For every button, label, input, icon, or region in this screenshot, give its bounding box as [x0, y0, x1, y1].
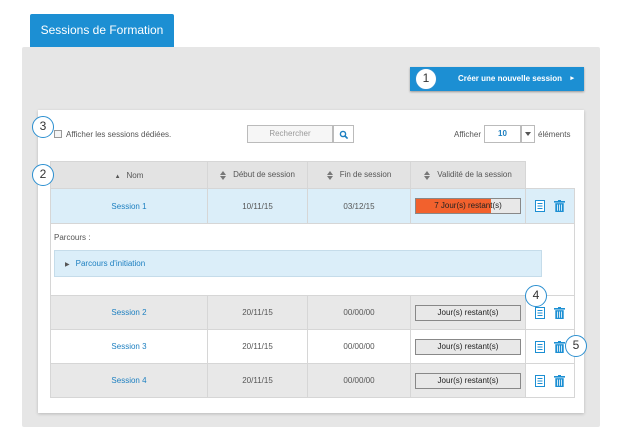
session-detail: Parcours : ▶ Parcours d'initiation: [50, 223, 575, 296]
document-icon[interactable]: [535, 200, 546, 212]
dedicated-sessions-label: Afficher les sessions dédiées.: [66, 130, 172, 139]
session-start-date: 20/11/15: [207, 363, 308, 398]
validity-progress-label: Jour(s) restant(s): [437, 341, 499, 351]
tab-sessions-de-formation[interactable]: Sessions de Formation: [30, 14, 174, 47]
session-start-date: 10/11/15: [207, 188, 308, 224]
session-validity-cell: Jour(s) restant(s): [410, 295, 526, 330]
column-header-validity[interactable]: Validité de la session: [410, 161, 526, 189]
validity-progress-bar: Jour(s) restant(s): [415, 304, 521, 321]
session-name-link[interactable]: Session 1: [50, 188, 208, 224]
sort-icon: [424, 170, 431, 180]
page-size-label: Afficher: [454, 130, 481, 139]
callout-marker: 5: [565, 335, 587, 357]
column-header-start[interactable]: Début de session: [207, 161, 308, 189]
elements-label: éléments: [538, 130, 571, 139]
column-header-end[interactable]: Fin de session: [307, 161, 411, 189]
validity-progress-bar: 7 Jour(s) restant(s): [415, 198, 521, 214]
validity-progress-label: Jour(s) restant(s): [437, 307, 499, 317]
document-icon[interactable]: [535, 374, 546, 387]
column-header-name[interactable]: ▲ Nom: [50, 161, 208, 189]
callout-marker: 1: [415, 68, 437, 90]
session-validity-cell: 7 Jour(s) restant(s): [410, 188, 526, 224]
document-icon[interactable]: [535, 340, 546, 353]
search-icon: [339, 130, 349, 140]
session-name-link[interactable]: Session 2: [50, 295, 208, 330]
callout-marker: 2: [32, 164, 54, 186]
table-row[interactable]: Session 4 20/11/15 00/00/00 Jour(s) rest…: [50, 363, 575, 398]
trash-icon[interactable]: [553, 200, 565, 212]
parcours-item-label: Parcours d'initiation: [75, 259, 146, 268]
session-name-link[interactable]: Session 3: [50, 329, 208, 364]
callout-marker: 4: [525, 285, 547, 307]
table-row[interactable]: Session 1 10/11/15 03/12/15 7 Jour(s) re…: [50, 188, 575, 224]
row-actions: [525, 363, 575, 398]
session-start-date: 20/11/15: [207, 329, 308, 364]
column-header-start-label: Début de session: [233, 170, 295, 180]
session-start-date: 20/11/15: [207, 295, 308, 330]
session-validity-cell: Jour(s) restant(s): [410, 329, 526, 364]
session-end-date: 00/00/00: [307, 295, 411, 330]
dedicated-sessions-checkbox[interactable]: [54, 130, 62, 138]
session-validity-cell: Jour(s) restant(s): [410, 363, 526, 398]
sort-up-icon: ▲: [114, 173, 121, 180]
chevron-down-icon[interactable]: [521, 125, 535, 143]
trash-icon[interactable]: [553, 306, 565, 319]
sort-icon: [220, 170, 227, 180]
validity-progress-bar: Jour(s) restant(s): [415, 338, 521, 355]
row-actions: [525, 188, 575, 224]
column-header-end-label: Fin de session: [339, 170, 392, 180]
callout-marker: 3: [32, 116, 54, 138]
search-button[interactable]: [333, 125, 354, 143]
column-header-actions: [525, 161, 575, 189]
table-header-row: ▲ Nom Début de session Fin de session Val…: [50, 161, 575, 189]
create-session-label: Créer une nouvelle session: [458, 74, 563, 83]
validity-progress-bar: Jour(s) restant(s): [415, 372, 521, 389]
trash-icon[interactable]: [553, 374, 565, 387]
column-header-name-label: Nom: [126, 170, 144, 180]
document-icon[interactable]: [535, 306, 546, 319]
parcours-item[interactable]: ▶ Parcours d'initiation: [54, 250, 542, 277]
sessions-table: ▲ Nom Début de session Fin de session Val…: [50, 161, 575, 398]
validity-progress-label: Jour(s) restant(s): [437, 375, 499, 385]
sort-icon: [326, 170, 334, 180]
expand-arrow-icon: ▶: [65, 262, 70, 268]
search-input[interactable]: Rechercher: [247, 125, 333, 143]
column-header-validity-label: Validité de la session: [437, 170, 512, 180]
table-row[interactable]: Session 3 20/11/15 00/00/00 Jour(s) rest…: [50, 329, 575, 364]
session-name-link[interactable]: Session 4: [50, 363, 208, 398]
validity-progress-label: 7 Jour(s) restant(s): [434, 201, 502, 210]
parcours-label: Parcours :: [54, 233, 91, 242]
session-end-date: 00/00/00: [307, 363, 411, 398]
session-detail-row: Parcours : ▶ Parcours d'initiation: [50, 223, 575, 296]
table-row[interactable]: Session 2 20/11/15 00/00/00 Jour(s) rest…: [50, 295, 575, 330]
session-end-date: 03/12/15: [307, 188, 411, 224]
trash-icon[interactable]: [553, 340, 565, 353]
session-end-date: 00/00/00: [307, 329, 411, 364]
page-size-select[interactable]: 10: [484, 125, 521, 143]
chevron-right-icon: ▸: [570, 75, 574, 82]
